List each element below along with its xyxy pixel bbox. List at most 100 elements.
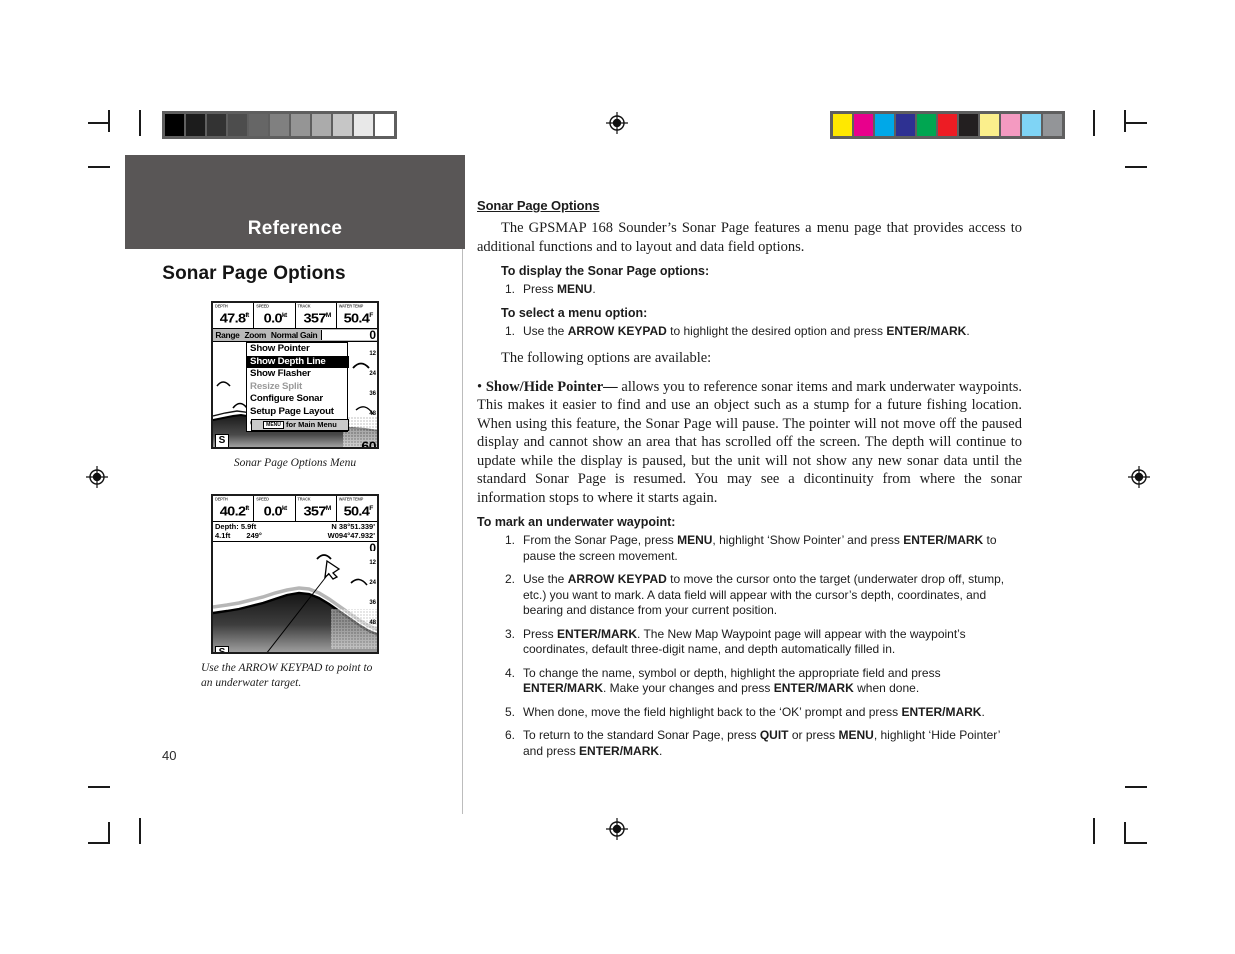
cursor-longitude: W094°47.932' [327, 530, 375, 540]
step-item: 4. To change the name, symbol or depth, h… [501, 666, 1022, 697]
subheading-mark-waypoint: To mark an underwater waypoint: [477, 515, 676, 529]
step-number: 1. [504, 282, 515, 296]
device-menubar-2: 0 [213, 541, 377, 555]
step-text: To change the name, symbol or depth, hig… [523, 665, 941, 696]
gray-swatch-7 [312, 114, 331, 136]
data-field-value: 50.4F [343, 502, 373, 518]
gray-swatch-2 [207, 114, 226, 136]
crop-mark-tr-v [1124, 110, 1126, 132]
subheading-display-options: To display the Sonar Page options: [501, 264, 710, 278]
color-swatch-0 [833, 114, 852, 136]
gray-swatch-8 [333, 114, 352, 136]
data-field-value: 0.0kt [263, 502, 288, 518]
device-screenshot-2: DEPTH 40.2ft SPEED 0.0kt TRACK 357M WATER TEMP… [211, 493, 379, 654]
step-text: Press MENU. [523, 282, 596, 296]
menubar-item-gain: Normal Gain [270, 330, 317, 340]
content-heading: Sonar Page Options [477, 198, 600, 213]
color-swatch-10 [1043, 114, 1062, 136]
popup-item-show-pointer[interactable]: Show Pointer [247, 343, 349, 356]
step-item: 3. Press ENTER/MARK. The New Map Waypoint… [501, 627, 1022, 658]
popup-item-resize-split[interactable]: Resize Split [247, 381, 349, 394]
data-field-track: TRACK 357M [296, 495, 337, 521]
data-field-value: 357M [303, 502, 331, 518]
sonar-bottom-depth-2: 60 [361, 650, 376, 652]
step-text: Use the ARROW KEYPAD to move the cursor … [523, 572, 1005, 617]
data-field-speed: SPEED 0.0kt [254, 303, 296, 328]
device-depth-scale-1: 12 24 36 48 [364, 344, 376, 424]
step-press-menu: 1. Press MENU. [501, 282, 1022, 298]
key-label: MENU [838, 728, 874, 742]
fish-arch-1 [216, 381, 231, 387]
cursor-range-bearing: 4.1ft 249° [215, 531, 262, 541]
numbered-steps-list: 1. From the Sonar Page, press MENU, highl… [477, 533, 1022, 759]
crop-mark-br-h2 [1125, 842, 1147, 844]
figure-underwater-target: DEPTH 40.2ft SPEED 0.0kt TRACK 357M WATER TEMP… [125, 493, 465, 692]
reference-band-label: Reference [247, 218, 343, 239]
step-text: To return to the standard Sonar Page, pr… [523, 728, 1000, 758]
step-text: From the Sonar Page, press MENU, highlig… [523, 533, 997, 563]
menu-key-glyph: MENU [263, 421, 284, 430]
sonar-bottom-depth-1: 60 [361, 438, 376, 449]
popup-item-show-flasher[interactable]: Show Flasher [247, 368, 349, 381]
step-item: 5. When done, move the field highlight ba… [501, 705, 1022, 721]
pointer-cursor-icon [324, 559, 341, 580]
depth-tick-36: 36 [369, 391, 376, 397]
crop-mark-tr-h [1125, 122, 1147, 124]
data-field-track: TRACK 357M [296, 303, 337, 328]
main-menu-hint: MENU for Main Menu [251, 419, 349, 431]
crop-mark-tl-h [88, 122, 110, 124]
color-swatch-7 [980, 114, 999, 136]
step-text: Use the ARROW KEYPAD to highlight the de… [523, 323, 970, 338]
data-field-depth: DEPTH 40.2ft [213, 495, 255, 521]
key-label: ENTER/MARK [903, 533, 984, 547]
popup-item-show-depth-line[interactable]: Show Depth Line [247, 355, 349, 368]
crop-mark-mr-h [1125, 166, 1147, 168]
step-item: 2. Use the ARROW KEYPAD to move the curso… [501, 572, 1022, 619]
step-number: 1. [504, 323, 515, 338]
device-sonar-body-2: 12 24 36 48 S 60 [213, 550, 377, 652]
gray-swatch-6 [291, 114, 310, 136]
cursor-bearing-value: 249° [246, 530, 262, 540]
gray-swatch-4 [249, 114, 268, 136]
gray-swatch-1 [186, 114, 205, 136]
depth-tick-12: 12 [369, 351, 376, 357]
popup-item-setup-page-layout[interactable]: Setup Page Layout [247, 406, 349, 419]
color-swatch-8 [1001, 114, 1020, 136]
key-label: ENTER/MARK [773, 681, 854, 695]
manual-page: Reference Sonar Page Options DEPTH 47.8ft… [0, 0, 1235, 954]
step-number: 2. [504, 572, 515, 586]
sonar-trace-graphic-2 [213, 553, 377, 652]
sidebar: Reference Sonar Page Options DEPTH 47.8ft… [125, 155, 465, 692]
page-number: 40 [162, 748, 177, 763]
registration-target-icon-top [606, 112, 628, 134]
bullet-body: allows you to reference sonar items and … [477, 378, 1022, 506]
crop-mark-br-h [1125, 786, 1147, 788]
step-select-option: 1. Use the ARROW KEYPAD to highlight the… [501, 324, 1022, 340]
step-item: 1. From the Sonar Page, press MENU, highl… [501, 533, 1022, 564]
color-calibration-bar [830, 111, 1065, 139]
crop-mark-bl-v [108, 822, 110, 844]
step-item: 6. To return to the standard Sonar Page, … [501, 728, 1022, 759]
gray-swatch-0 [165, 114, 184, 136]
data-field-value: 40.2ft [219, 502, 249, 518]
bullet-marker: • [477, 378, 486, 395]
crop-mark-br2-v [1093, 818, 1095, 844]
depth-tick-12: 12 [369, 559, 376, 566]
registration-target-icon-left [86, 466, 108, 488]
crop-mark-br-v [1124, 822, 1126, 844]
depth-tick-36: 36 [369, 599, 376, 606]
bullet-title: Show/Hide Pointer— [485, 378, 618, 395]
step-text: Press ENTER/MARK. The New Map Waypoint p… [523, 626, 966, 657]
data-field-value: 357M [303, 310, 331, 326]
grayscale-calibration-bar [162, 111, 397, 139]
popup-item-configure-sonar[interactable]: Configure Sonar [247, 393, 349, 406]
device-sonar-body-1: 12 24 36 48 Show Pointer Show Depth Line Show… [213, 342, 377, 449]
target-arch [316, 553, 332, 560]
figure-sonar-options-menu: DEPTH 47.8ft SPEED 0.0kt TRACK 357M WATER TEMP… [125, 301, 465, 472]
gray-swatch-5 [270, 114, 289, 136]
color-swatch-2 [875, 114, 894, 136]
data-field-depth: DEPTH 47.8ft [213, 303, 255, 328]
key-label: MENU [677, 533, 713, 547]
color-swatch-6 [959, 114, 978, 136]
data-field-speed: SPEED 0.0kt [254, 495, 296, 521]
